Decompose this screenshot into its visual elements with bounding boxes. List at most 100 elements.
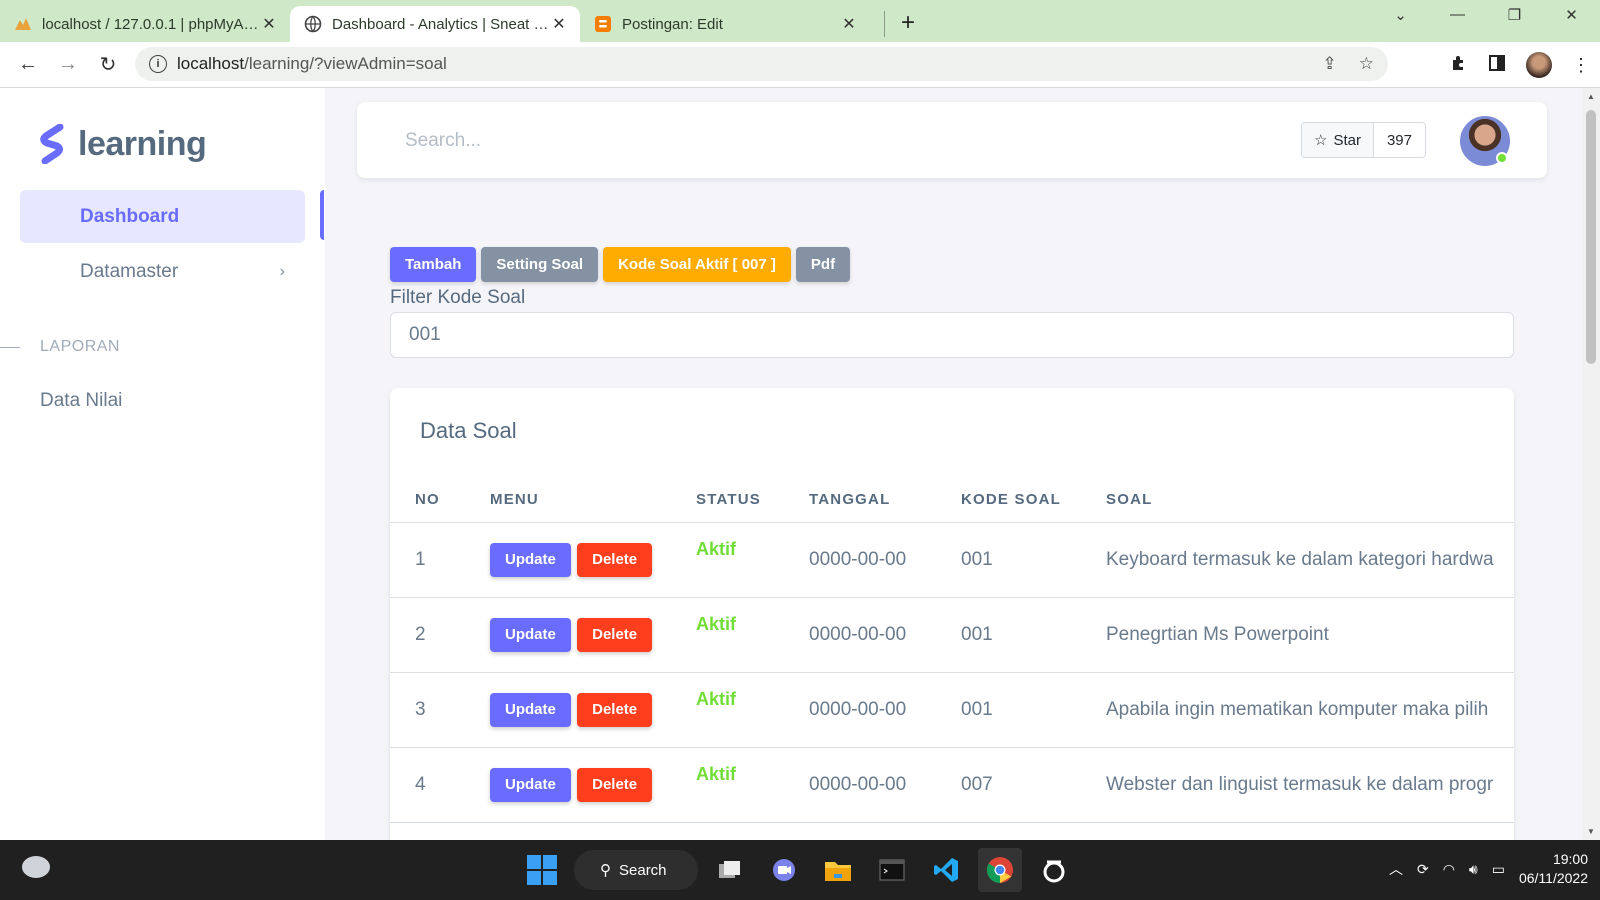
wifi-icon[interactable]: ◠: [1443, 861, 1455, 878]
terminal-icon[interactable]: [870, 848, 914, 892]
chrome-icon[interactable]: [978, 848, 1022, 892]
minimize-icon[interactable]: —: [1429, 6, 1486, 24]
cell-menu: Update Delete: [465, 747, 671, 823]
url-bar[interactable]: i localhost/learning/?viewAdmin=soal ⇪ ☆: [135, 47, 1388, 81]
task-view-icon[interactable]: [708, 848, 752, 892]
cell-kode-soal: 001: [936, 597, 1081, 673]
data-soal-table: NO MENU STATUS TANGGAL KODE SOAL SOAL 1 …: [390, 478, 1514, 823]
browser-tab-blogger[interactable]: Postingan: Edit ✕: [580, 6, 870, 42]
update-button[interactable]: Update: [490, 617, 571, 652]
column-header: SOAL: [1081, 478, 1514, 523]
delete-button[interactable]: Delete: [577, 542, 653, 577]
scroll-down-icon[interactable]: ▼: [1587, 827, 1595, 836]
scroll-up-icon[interactable]: ▲: [1587, 92, 1595, 101]
windows-taskbar: ⚲ Search ︿ ⟳ ◠ 🔊︎ ▭ 19:00 06/11/2022: [0, 840, 1600, 900]
share-icon[interactable]: ⇪: [1323, 54, 1337, 74]
vscode-icon[interactable]: [924, 848, 968, 892]
kode-soal-aktif-button[interactable]: Kode Soal Aktif [ 007 ]: [603, 247, 791, 282]
restore-icon[interactable]: ❐: [1486, 6, 1543, 24]
weather-icon[interactable]: [22, 856, 50, 878]
cell-status: Aktif: [671, 672, 784, 748]
scrollbar-thumb[interactable]: [1586, 110, 1596, 364]
setting-soal-button[interactable]: Setting Soal: [481, 247, 599, 282]
column-header: NO: [390, 478, 465, 523]
table-row: 3 Update Delete Aktif 0000-00-00 001 Apa…: [390, 672, 1514, 748]
volume-icon[interactable]: 🔊︎: [1469, 861, 1478, 878]
chevron-right-icon: ›: [279, 262, 285, 280]
close-icon[interactable]: ✕: [550, 14, 568, 34]
cell-kode-soal: 007: [936, 747, 1081, 823]
search-icon: ⚲: [600, 862, 611, 879]
browser-tab-phpmyadmin[interactable]: localhost / 127.0.0.1 | phpMyAdmin ✕: [0, 6, 290, 42]
close-icon[interactable]: ✕: [260, 14, 278, 34]
menu-kebab-icon[interactable]: ⋮: [1572, 55, 1590, 76]
cell-status: Aktif: [671, 747, 784, 823]
action-buttons: Tambah Setting Soal Kode Soal Aktif [ 00…: [390, 247, 851, 282]
cell-status: Aktif: [671, 597, 784, 673]
bookmark-star-icon[interactable]: ☆: [1359, 54, 1374, 74]
top-navbar: Search... ☆ Star 397: [357, 102, 1547, 178]
delete-button[interactable]: Delete: [577, 692, 653, 727]
cell-menu: Update Delete: [465, 597, 671, 673]
update-button[interactable]: Update: [490, 542, 571, 577]
browser-tab-strip: localhost / 127.0.0.1 | phpMyAdmin ✕ Das…: [0, 0, 1600, 42]
star-count[interactable]: 397: [1373, 123, 1425, 157]
pma-icon: [14, 15, 32, 33]
cell-menu: Update Delete: [465, 522, 671, 598]
update-button[interactable]: Update: [490, 692, 571, 727]
clock-time: 19:00: [1552, 851, 1588, 867]
sync-icon[interactable]: ⟳: [1417, 861, 1429, 878]
teams-chat-icon[interactable]: [762, 848, 806, 892]
search-input[interactable]: Search...: [405, 130, 481, 152]
star-label: Star: [1333, 131, 1361, 149]
taskbar-search[interactable]: ⚲ Search: [574, 850, 698, 890]
cell-tanggal: 0000-00-00: [784, 747, 936, 823]
back-icon[interactable]: ←: [8, 53, 48, 76]
github-star-button[interactable]: ☆ Star 397: [1301, 122, 1426, 158]
star-label-group[interactable]: ☆ Star: [1302, 123, 1374, 157]
cell-soal: Keyboard termasuk ke dalam kategori hard…: [1081, 522, 1514, 598]
brand-logo[interactable]: learning: [38, 124, 207, 164]
sidebar-item-datamaster[interactable]: Datamaster ›: [20, 245, 305, 298]
page-scrollbar[interactable]: ▲ ▼: [1582, 88, 1600, 840]
close-icon[interactable]: ✕: [840, 14, 858, 34]
file-explorer-icon[interactable]: [816, 848, 860, 892]
tambah-button[interactable]: Tambah: [390, 247, 477, 282]
cell-tanggal: 0000-00-00: [784, 672, 936, 748]
column-header: STATUS: [671, 478, 784, 523]
blogger-icon: [594, 15, 612, 33]
tab-search-icon[interactable]: ⌄: [1372, 6, 1429, 24]
chevron-up-icon[interactable]: ︿: [1389, 859, 1403, 879]
update-button[interactable]: Update: [490, 767, 571, 802]
sidebar-item-dashboard[interactable]: Dashboard: [20, 190, 305, 243]
extensions-icon[interactable]: [1450, 54, 1468, 77]
delete-button[interactable]: Delete: [577, 767, 653, 802]
close-window-icon[interactable]: ✕: [1543, 6, 1600, 24]
forward-icon[interactable]: →: [48, 53, 88, 76]
start-button[interactable]: [520, 848, 564, 892]
url-host: localhost: [177, 54, 245, 73]
address-toolbar: ← → ↻ i localhost/learning/?viewAdmin=so…: [0, 42, 1600, 88]
new-tab-button[interactable]: +: [884, 11, 915, 37]
sidebar-item-data-nilai[interactable]: Data Nilai: [40, 390, 122, 412]
pdf-button[interactable]: Pdf: [795, 247, 851, 282]
star-icon: ☆: [1314, 132, 1328, 149]
toolbar-right: ⋮: [1450, 52, 1590, 78]
taskbar-apps: ⚲ Search: [520, 848, 1076, 892]
cell-no: 2: [390, 597, 465, 673]
filter-kode-soal-input[interactable]: 001: [390, 312, 1514, 358]
reload-icon[interactable]: ↻: [88, 52, 128, 77]
battery-icon[interactable]: ▭: [1492, 861, 1505, 878]
obs-icon[interactable]: [1032, 848, 1076, 892]
info-icon[interactable]: i: [149, 55, 167, 73]
system-clock[interactable]: 19:00 06/11/2022: [1519, 850, 1588, 888]
delete-button[interactable]: Delete: [577, 617, 653, 652]
user-avatar[interactable]: [1460, 116, 1510, 166]
tab-title: Dashboard - Analytics | Sneat - B: [332, 15, 550, 33]
browser-tab-dashboard[interactable]: Dashboard - Analytics | Sneat - B ✕: [290, 6, 580, 42]
cell-no: 1: [390, 522, 465, 598]
side-panel-icon[interactable]: [1488, 54, 1506, 77]
card-title: Data Soal: [420, 418, 517, 443]
table-header-row: NO MENU STATUS TANGGAL KODE SOAL SOAL: [390, 478, 1514, 523]
profile-avatar[interactable]: [1526, 52, 1552, 78]
